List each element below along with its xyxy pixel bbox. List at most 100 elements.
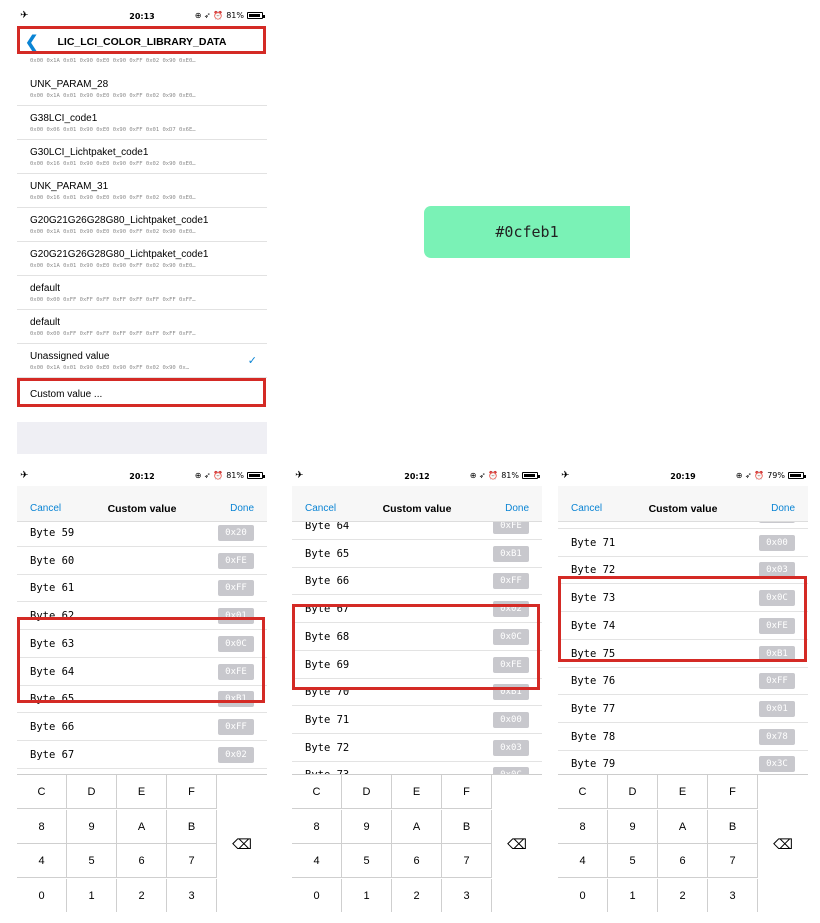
byte-row[interactable]: Byte 66 0xFF (17, 713, 267, 741)
byte-row[interactable]: Byte 730x0C (558, 584, 808, 613)
key-e[interactable]: E (392, 775, 442, 809)
byte-row[interactable]: Byte 77 0x01 (558, 695, 808, 723)
key-f[interactable]: F (167, 775, 217, 809)
byte-row[interactable]: Byte 67 0x02 (17, 741, 267, 769)
done-button[interactable]: Done (230, 503, 254, 514)
key-e[interactable]: E (117, 775, 167, 809)
byte-value[interactable]: 0xB1 (493, 545, 529, 562)
byte-value[interactable]: 0x01 (759, 700, 795, 717)
byte-value[interactable]: 0x0C (218, 635, 254, 652)
byte-row[interactable]: Byte 79 0x3C (558, 750, 808, 774)
key-6[interactable]: 6 (658, 844, 708, 878)
byte-value[interactable]: 0x0C (493, 767, 529, 774)
byte-row[interactable]: Byte 72 0x03 (292, 734, 542, 762)
key-2[interactable]: 2 (658, 878, 708, 912)
key-0[interactable]: 0 (17, 878, 67, 912)
byte-row[interactable]: Byte 75 0xB1 (558, 640, 808, 668)
byte-value[interactable]: 0xFF (493, 573, 529, 590)
byte-value[interactable]: 0xB1 (218, 691, 254, 708)
key-7[interactable]: 7 (708, 844, 758, 878)
byte-row[interactable]: Byte 730x0C (292, 761, 542, 774)
byte-value[interactable]: 0xFE (493, 656, 529, 673)
list-item[interactable]: default 0x00 0x00 0xFF 0xFF 0xFF 0xFF 0xF… (17, 310, 267, 344)
key-8[interactable]: 8 (292, 809, 342, 844)
byte-row[interactable]: Byte 60 0xFE (17, 547, 267, 575)
key-5[interactable]: 5 (67, 844, 117, 878)
key-5[interactable]: 5 (608, 844, 658, 878)
byte-row[interactable]: Byte 61 0xFF (17, 574, 267, 603)
key-3[interactable]: 3 (167, 878, 217, 912)
byte-row[interactable]: Byte 68 0x0C (292, 623, 542, 651)
byte-row[interactable]: Byte 71 0x00 (558, 529, 808, 557)
byte-row[interactable]: Byte 64 0xFE (292, 522, 542, 540)
byte-value[interactable]: 0x02 (218, 746, 254, 763)
key-4[interactable]: 4 (558, 844, 608, 878)
byte-row[interactable]: Byte 64 0xFE (17, 658, 267, 686)
key-a[interactable]: A (658, 809, 708, 844)
list-item[interactable]: Unassigned value 0x00 0x1A 0x01 0x90 0xE0… (17, 344, 267, 378)
key-d[interactable]: D (608, 775, 658, 809)
byte-value[interactable]: 0x78 (759, 728, 795, 745)
key-4[interactable]: 4 (17, 844, 67, 878)
key-9[interactable]: 9 (67, 809, 117, 844)
byte-row[interactable]: Byte 72 0x03 (558, 556, 808, 585)
byte-value[interactable]: 0x02 (493, 601, 529, 618)
byte-value[interactable]: 0xFF (218, 580, 254, 597)
key-7[interactable]: 7 (442, 844, 492, 878)
byte-value[interactable]: 0xFE (218, 663, 254, 680)
key-a[interactable]: A (392, 809, 442, 844)
byte-value[interactable]: 0x00 (759, 534, 795, 551)
byte-row[interactable]: Byte 67 0x02 (292, 595, 542, 624)
byte-value[interactable]: 0x0C (759, 590, 795, 607)
key-9[interactable]: 9 (608, 809, 658, 844)
key-2[interactable]: 2 (117, 878, 167, 912)
byte-value[interactable]: 0xFF (759, 673, 795, 690)
key-1[interactable]: 1 (342, 878, 392, 912)
list-item[interactable]: UNK_PARAM_31 0x00 0x16 0x01 0x90 0xE0 0x9… (17, 174, 267, 208)
key-d[interactable]: D (67, 775, 117, 809)
key-a[interactable]: A (117, 809, 167, 844)
key-8[interactable]: 8 (17, 809, 67, 844)
key-1[interactable]: 1 (608, 878, 658, 912)
key-2[interactable]: 2 (392, 878, 442, 912)
byte-value[interactable]: 0xB1 (759, 522, 795, 523)
byte-row[interactable]: Byte 65 0xB1 (17, 685, 267, 714)
byte-value[interactable]: 0x03 (759, 562, 795, 579)
key-4[interactable]: 4 (292, 844, 342, 878)
list-item[interactable]: G38LCI_code1 0x00 0x06 0x01 0x90 0xE0 0x9… (17, 106, 267, 140)
key-d[interactable]: D (342, 775, 392, 809)
key-f[interactable]: F (708, 775, 758, 809)
key-3[interactable]: 3 (708, 878, 758, 912)
byte-value[interactable]: 0x03 (493, 739, 529, 756)
key-c[interactable]: C (292, 775, 342, 809)
custom-value-row[interactable]: Custom value ... (17, 378, 267, 410)
key-6[interactable]: 6 (117, 844, 167, 878)
byte-row[interactable]: Byte 66 0xFF (292, 567, 542, 596)
list-item[interactable]: G30LCI_Lichtpaket_code1 0x00 0x16 0x01 0x… (17, 140, 267, 174)
key-b[interactable]: B (708, 809, 758, 844)
byte-row[interactable]: Byte 65 0xB1 (292, 540, 542, 568)
byte-value[interactable]: 0xFE (493, 522, 529, 534)
done-button[interactable]: Done (505, 503, 529, 514)
byte-row[interactable]: Byte 78 0x78 (558, 723, 808, 751)
byte-row[interactable]: Byte 62 0x01 (17, 602, 267, 631)
key-3[interactable]: 3 (442, 878, 492, 912)
key-0[interactable]: 0 (292, 878, 342, 912)
key-b[interactable]: B (167, 809, 217, 844)
key-b[interactable]: B (442, 809, 492, 844)
byte-value[interactable]: 0x00 (493, 711, 529, 728)
byte-row[interactable]: Byte 69 0xFE (292, 651, 542, 679)
key-8[interactable]: 8 (558, 809, 608, 844)
byte-value[interactable]: 0xFE (759, 617, 795, 634)
key-1[interactable]: 1 (67, 878, 117, 912)
byte-value[interactable]: 0x01 (218, 608, 254, 625)
backspace-icon[interactable]: ⌫ (217, 775, 267, 912)
byte-row[interactable]: Byte 59 0x20 (17, 522, 267, 547)
key-0[interactable]: 0 (558, 878, 608, 912)
byte-row[interactable]: Byte 71 0x00 (292, 706, 542, 734)
key-c[interactable]: C (17, 775, 67, 809)
key-7[interactable]: 7 (167, 844, 217, 878)
key-e[interactable]: E (658, 775, 708, 809)
byte-value[interactable]: 0xFE (218, 552, 254, 569)
key-c[interactable]: C (558, 775, 608, 809)
